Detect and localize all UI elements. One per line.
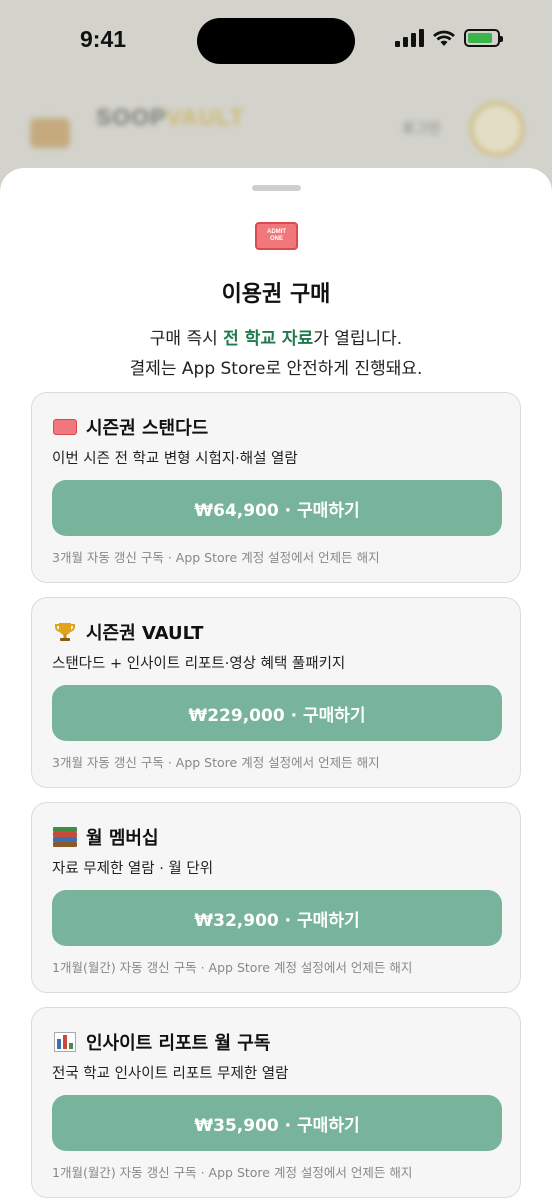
ticket-icon xyxy=(52,414,78,440)
battery-charging-icon xyxy=(464,29,503,47)
status-bar: 9:41 xyxy=(0,0,552,84)
buy-button-insight-report[interactable]: ₩35,900 · 구매하기 xyxy=(52,1095,502,1151)
login-link: 로그인 xyxy=(402,121,441,137)
plan-card-insight-report: 인사이트 리포트 월 구독 전국 학교 인사이트 리포트 무제한 열람 ₩35,… xyxy=(31,1007,521,1198)
profile-badge-icon xyxy=(470,102,524,156)
plan-name: 시즌권 VAULT xyxy=(86,623,204,644)
sheet-intro: 구매 즉시 전 학교 자료가 열립니다. 결제는 App Store로 안전하게… xyxy=(129,329,423,379)
intro-highlight: 전 학교 자료 xyxy=(223,329,314,349)
status-time: 9:41 xyxy=(80,26,127,52)
bar-chart-icon xyxy=(52,1029,78,1055)
plan-name: 인사이트 리포트 월 구독 xyxy=(86,1033,271,1054)
background-header: SOOPVAULT 로그인 xyxy=(30,92,530,162)
plan-card-season-standard: 시즌권 스탠다드 이번 시즌 전 학교 변형 시험지·해설 열람 ₩64,900… xyxy=(31,392,521,583)
wifi-icon xyxy=(433,30,455,46)
buy-button-season-standard[interactable]: ₩64,900 · 구매하기 xyxy=(52,480,502,536)
trophy-icon xyxy=(52,619,78,645)
plan-note: 3개월 자동 갱신 구독 · App Store 계정 설정에서 언제든 해지 xyxy=(52,755,380,770)
buy-button-season-vault[interactable]: ₩229,000 · 구매하기 xyxy=(52,685,502,741)
sheet-title: 이용권 구매 xyxy=(221,282,331,307)
dynamic-island xyxy=(197,18,355,64)
admit-one-ticket-icon: ADMIT ONE xyxy=(255,222,298,250)
purchase-sheet: ADMIT ONE 이용권 구매 구매 즉시 전 학교 자료가 열립니다. 결제는… xyxy=(0,168,552,1200)
buy-button-monthly-membership[interactable]: ₩32,900 · 구매하기 xyxy=(52,890,502,946)
plan-name: 시즌권 스탠다드 xyxy=(86,418,209,439)
status-icons xyxy=(395,29,503,47)
app-logo: SOOPVAULT xyxy=(96,104,245,130)
plan-description: 이번 시즌 전 학교 변형 시험지·해설 열람 xyxy=(52,451,298,467)
plan-description: 자료 무제한 열람 · 월 단위 xyxy=(52,861,214,877)
signal-icon xyxy=(395,29,424,47)
plan-card-season-vault: 시즌권 VAULT 스탠다드 + 인사이트 리포트·영상 혜택 풀패키지 ₩22… xyxy=(31,597,521,788)
books-icon xyxy=(52,824,78,850)
plan-note: 3개월 자동 갱신 구독 · App Store 계정 설정에서 언제든 해지 xyxy=(52,550,380,565)
plan-note: 1개월(월간) 자동 갱신 구독 · App Store 계정 설정에서 언제든… xyxy=(52,960,413,975)
plan-description: 전국 학교 인사이트 리포트 무제한 열람 xyxy=(52,1066,289,1082)
plan-list: 시즌권 스탠다드 이번 시즌 전 학교 변형 시험지·해설 열람 ₩64,900… xyxy=(31,392,521,1200)
plan-card-monthly-membership: 월 멤버십 자료 무제한 열람 · 월 단위 ₩32,900 · 구매하기 1개… xyxy=(31,802,521,993)
plan-note: 1개월(월간) 자동 갱신 구독 · App Store 계정 설정에서 언제든… xyxy=(52,1165,413,1180)
sheet-grabber[interactable] xyxy=(252,185,301,191)
plan-description: 스탠다드 + 인사이트 리포트·영상 혜택 풀패키지 xyxy=(52,656,346,672)
plan-name: 월 멤버십 xyxy=(86,828,159,849)
app-emblem-icon xyxy=(30,118,70,148)
